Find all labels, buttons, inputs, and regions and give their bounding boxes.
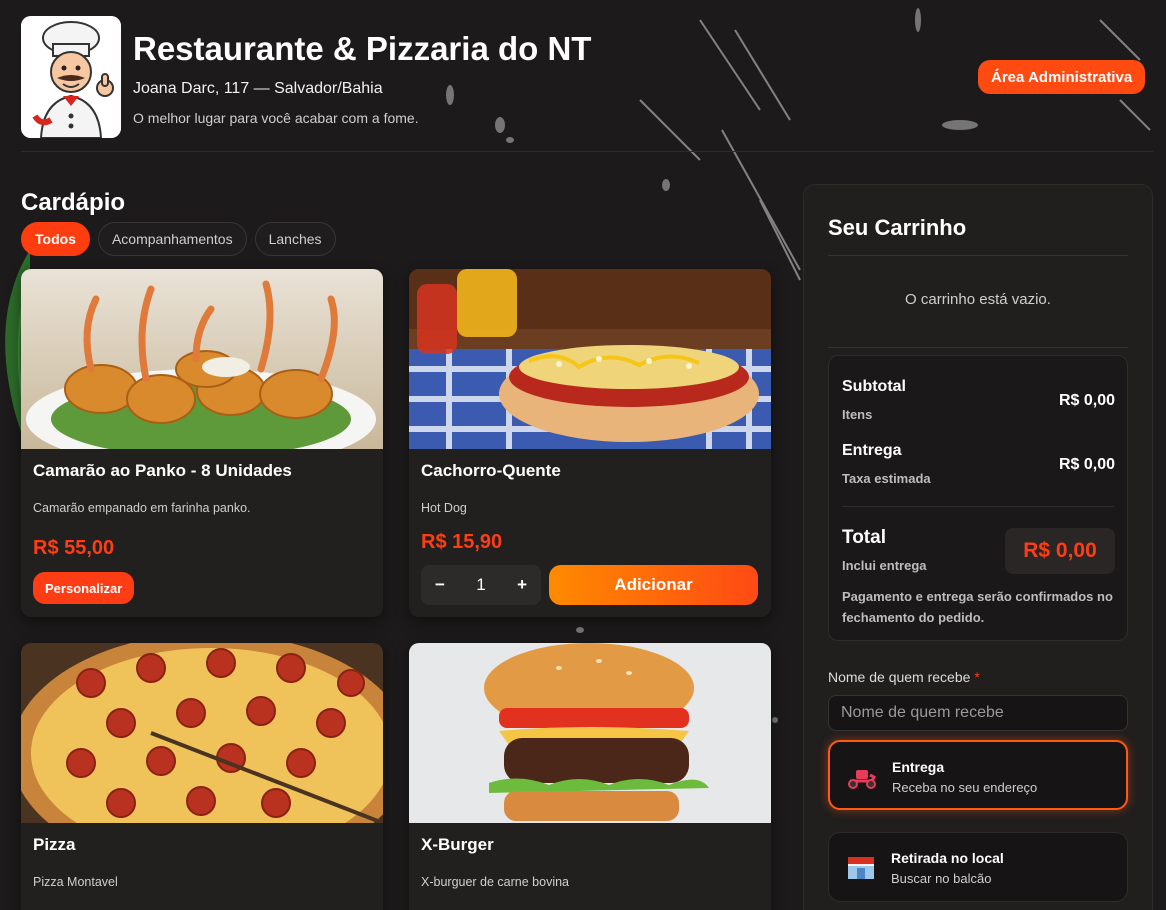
subtotal-value: R$ 0,00 xyxy=(1058,392,1115,409)
tab-lanches[interactable]: Lanches xyxy=(254,222,336,256)
item-price: R$ 15,90 xyxy=(421,531,503,553)
menu-item-card: X-Burger X-burguer de carne bovina xyxy=(409,643,771,910)
item-name: Cachorro-Quente xyxy=(421,461,561,480)
add-to-cart-button[interactable]: Adicionar xyxy=(549,565,758,605)
item-name: Pizza xyxy=(33,835,76,854)
item-name: X-Burger xyxy=(421,835,494,854)
cart-panel: Seu Carrinho O carrinho está vazio. Subt… xyxy=(803,184,1153,910)
pickup-option[interactable]: Retirada no local Buscar no balcão xyxy=(828,832,1128,902)
restaurant-address: Joana Darc, 117 — Salvador/Bahia xyxy=(133,80,383,97)
item-name: Camarão ao Panko - 8 Unidades xyxy=(33,461,292,480)
pickup-option-title: Retirada no local xyxy=(891,850,1004,866)
menu-item-card: Pizza Pizza Montavel xyxy=(21,643,383,910)
cart-empty-message: O carrinho está vazio. xyxy=(905,291,1051,308)
scooter-icon xyxy=(848,770,877,789)
cart-divider xyxy=(828,255,1128,256)
pepperoni-pizza-image xyxy=(21,643,383,823)
hot-dog-image xyxy=(409,269,771,449)
subtotal-label: Subtotal xyxy=(842,378,906,395)
increase-button[interactable]: + xyxy=(517,575,527,595)
admin-area-button[interactable]: Área Administrativa xyxy=(978,60,1146,94)
menu-item-card: Camarão ao Panko - 8 Unidades Camarão em… xyxy=(21,269,383,617)
delivery-value: R$ 0,00 xyxy=(1058,456,1115,473)
menu-item-card: Cachorro-Quente Hot Dog R$ 15,90 − 1 + A… xyxy=(409,269,771,617)
delivery-option-title: Entrega xyxy=(892,759,945,775)
quantity-stepper: − 1 + xyxy=(421,565,541,605)
item-description: Hot Dog xyxy=(421,501,467,515)
subtotal-sublabel: Itens xyxy=(842,407,873,422)
burger-image xyxy=(409,643,771,823)
store-icon xyxy=(848,857,874,879)
pickup-option-subtitle: Buscar no balcão xyxy=(891,871,992,886)
order-summary: Subtotal Itens R$ 0,00 Entrega Taxa esti… xyxy=(828,355,1128,641)
fried-shrimp-image xyxy=(21,269,383,449)
item-description: X-burguer de carne bovina xyxy=(421,875,570,889)
item-description: Camarão empanado em farinha panko. xyxy=(33,501,251,515)
tab-todos[interactable]: Todos xyxy=(21,222,90,256)
summary-divider xyxy=(842,506,1114,507)
required-asterisk: * xyxy=(974,669,980,685)
quantity-value: 1 xyxy=(476,575,486,594)
item-description: Pizza Montavel xyxy=(33,875,118,889)
delivery-option-subtitle: Receba no seu endereço xyxy=(892,780,1038,795)
payment-note: Pagamento e entrega serão confirmados no… xyxy=(842,589,1113,625)
cart-title: Seu Carrinho xyxy=(828,215,967,240)
delivery-option[interactable]: Entrega Receba no seu endereço xyxy=(828,740,1128,810)
restaurant-tagline: O melhor lugar para você acabar com a fo… xyxy=(133,110,419,126)
cart-divider xyxy=(828,347,1128,348)
tab-acompanhamentos[interactable]: Acompanhamentos xyxy=(97,222,247,256)
category-tabs: Todos Acompanhamentos Lanches xyxy=(21,222,336,256)
site-header: Restaurante & Pizzaria do NT Joana Darc,… xyxy=(21,16,1153,152)
total-label: Total xyxy=(842,527,886,548)
recipient-name-label: Nome de quem recebe * xyxy=(828,669,980,685)
delivery-sublabel: Taxa estimada xyxy=(842,471,931,486)
customize-button[interactable]: Personalizar xyxy=(33,572,135,604)
item-price: R$ 55,00 xyxy=(33,537,115,559)
recipient-name-input[interactable] xyxy=(828,695,1128,731)
menu-title: Cardápio xyxy=(21,189,126,216)
restaurant-name: Restaurante & Pizzaria do NT xyxy=(133,30,592,67)
delivery-label: Entrega xyxy=(842,442,902,459)
chef-logo xyxy=(21,16,121,138)
total-sublabel: Inclui entrega xyxy=(842,558,927,573)
total-value: R$ 0,00 xyxy=(1005,528,1115,574)
decrease-button[interactable]: − xyxy=(435,575,445,595)
